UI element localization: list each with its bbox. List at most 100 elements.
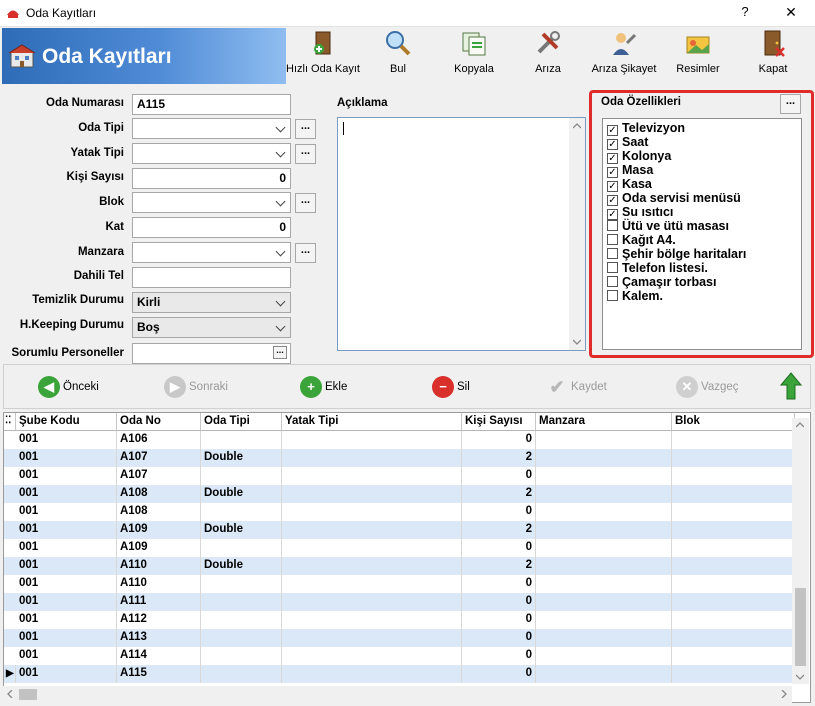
- scroll-thumb[interactable]: [795, 588, 806, 666]
- room-feature-item[interactable]: ✓ Kolonya: [607, 149, 671, 164]
- table-cell: [672, 503, 795, 521]
- responsible-staff-input[interactable]: [132, 343, 291, 364]
- help-button[interactable]: ?: [731, 4, 759, 24]
- block-browse-button[interactable]: ...: [295, 193, 316, 213]
- grid-column-header[interactable]: Yatak Tipi: [282, 413, 462, 431]
- checkbox-unchecked-icon[interactable]: [607, 276, 618, 287]
- responsible-staff-picker-button[interactable]: ...: [273, 346, 287, 359]
- room-feature-item[interactable]: Ütü ve ütü masası: [607, 219, 729, 233]
- view-select[interactable]: [132, 242, 291, 263]
- grid-column-header[interactable]: Oda No: [117, 413, 201, 431]
- copy-icon: [462, 32, 486, 56]
- room-feature-item[interactable]: ✓ Masa: [607, 163, 653, 178]
- save-button[interactable]: ✔ Kaydet: [546, 376, 606, 398]
- table-row[interactable]: 001 A107 0: [4, 467, 797, 485]
- grid-column-header[interactable]: Kişi Sayısı: [462, 413, 536, 431]
- block-select[interactable]: [132, 192, 291, 213]
- copy-button[interactable]: Kopyala: [448, 29, 500, 83]
- grid-horizontal-scrollbar[interactable]: [3, 686, 792, 703]
- room-feature-item[interactable]: Kalem.: [607, 289, 663, 303]
- grid-column-header[interactable]: Blok: [672, 413, 795, 431]
- room-number-input[interactable]: A115: [132, 94, 291, 115]
- previous-button[interactable]: ◀ Önceki: [38, 376, 99, 398]
- table-row[interactable]: 001 A109 0: [4, 539, 797, 557]
- scroll-right-arrow-icon[interactable]: [781, 690, 787, 698]
- scroll-up-arrow-icon[interactable]: [796, 422, 804, 428]
- close-module-button[interactable]: Kapat: [752, 29, 794, 83]
- close-window-button[interactable]: ✕: [774, 4, 808, 24]
- table-row[interactable]: 001 A111 0: [4, 593, 797, 611]
- description-textarea[interactable]: [337, 117, 586, 351]
- room-feature-item[interactable]: Telefon listesi.: [607, 261, 708, 275]
- room-feature-item[interactable]: ✓ Kasa: [607, 177, 652, 192]
- table-row[interactable]: 001 A108 Double 2: [4, 485, 797, 503]
- view-browse-button[interactable]: ...: [295, 243, 316, 263]
- room-type-browse-button[interactable]: ...: [295, 119, 316, 139]
- checkbox-unchecked-icon[interactable]: [607, 220, 618, 231]
- fault-button[interactable]: Arıza: [526, 29, 570, 83]
- description-scrollbar[interactable]: [569, 118, 585, 350]
- room-feature-item[interactable]: Şehir bölge haritaları: [607, 247, 746, 261]
- checkbox-unchecked-icon[interactable]: [607, 262, 618, 273]
- table-cell: [672, 449, 795, 467]
- table-row[interactable]: 001 A106 0: [4, 431, 797, 449]
- checkbox-unchecked-icon[interactable]: [607, 234, 618, 245]
- cancel-button[interactable]: ✕ Vazgeç: [676, 376, 739, 398]
- table-row[interactable]: 001 A112 0: [4, 611, 797, 629]
- table-row[interactable]: 001 A114 0: [4, 647, 797, 665]
- table-cell: [201, 539, 282, 557]
- checkbox-unchecked-icon[interactable]: [607, 290, 618, 301]
- cleaning-status-select[interactable]: Kirli: [132, 292, 291, 313]
- grid-column-header[interactable]: Manzara: [536, 413, 672, 431]
- table-row[interactable]: 001 A107 Double 2: [4, 449, 797, 467]
- quick-room-icon: [314, 31, 331, 55]
- scroll-down-arrow-icon[interactable]: [573, 339, 581, 345]
- table-row[interactable]: 001 A110 0: [4, 575, 797, 593]
- pictures-label: Resimler: [676, 63, 720, 75]
- grid-corner-handle[interactable]: ⁚⁚: [4, 413, 16, 431]
- next-button[interactable]: ▶ Sonraki: [164, 376, 228, 398]
- grid-vertical-scrollbar[interactable]: [792, 418, 809, 684]
- fault-complaint-button[interactable]: Arıza Şikayet: [588, 29, 660, 83]
- room-feature-item[interactable]: Çamaşır torbası: [607, 275, 716, 289]
- table-cell: 2: [462, 449, 536, 467]
- checkbox-unchecked-icon[interactable]: [607, 248, 618, 259]
- scroll-down-arrow-icon[interactable]: [796, 674, 804, 680]
- up-arrow-icon[interactable]: [780, 372, 802, 400]
- table-cell: [282, 503, 462, 521]
- bed-type-select[interactable]: [132, 143, 291, 164]
- room-features-edit-button[interactable]: ...: [780, 94, 801, 114]
- bed-type-browse-button[interactable]: ...: [295, 144, 316, 164]
- room-type-select[interactable]: [132, 118, 291, 139]
- room-feature-item[interactable]: ✓ Saat: [607, 135, 648, 150]
- floor-input[interactable]: 0: [132, 217, 291, 238]
- find-button[interactable]: Bul: [376, 29, 420, 83]
- scroll-left-arrow-icon[interactable]: [7, 690, 13, 698]
- internal-phone-input[interactable]: [132, 267, 291, 288]
- grid-column-header[interactable]: Oda Tipi: [201, 413, 282, 431]
- table-row[interactable]: 001 A109 Double 2: [4, 521, 797, 539]
- room-feature-item[interactable]: Kağıt A4.: [607, 233, 676, 247]
- table-cell: [201, 647, 282, 665]
- table-cell: [536, 629, 672, 647]
- pictures-button[interactable]: Resimler: [673, 29, 723, 83]
- scroll-thumb[interactable]: [19, 689, 37, 700]
- quick-room-button[interactable]: Hızlı Oda Kayıt: [286, 29, 360, 83]
- table-cell: 001: [16, 611, 117, 629]
- person-count-input[interactable]: 0: [132, 168, 291, 189]
- delete-button[interactable]: − Sil: [432, 376, 470, 398]
- table-cell: [536, 647, 672, 665]
- room-feature-item[interactable]: ✓ Oda servisi menüsü: [607, 191, 741, 206]
- add-button[interactable]: + Ekle: [300, 376, 347, 398]
- housekeeping-status-select[interactable]: Boş: [132, 317, 291, 338]
- table-row[interactable]: 001 A113 0: [4, 629, 797, 647]
- table-cell: [672, 575, 795, 593]
- table-row[interactable]: ▶ 001 A115 0: [4, 665, 797, 683]
- table-cell: A114: [117, 647, 201, 665]
- grid-column-header[interactable]: Şube Kodu: [16, 413, 117, 431]
- room-feature-item[interactable]: ✓ Su ısıtıcı: [607, 205, 673, 220]
- scroll-up-arrow-icon[interactable]: [573, 123, 581, 129]
- table-row[interactable]: 001 A110 Double 2: [4, 557, 797, 575]
- table-row[interactable]: 001 A108 0: [4, 503, 797, 521]
- room-feature-item[interactable]: ✓ Televizyon: [607, 121, 685, 136]
